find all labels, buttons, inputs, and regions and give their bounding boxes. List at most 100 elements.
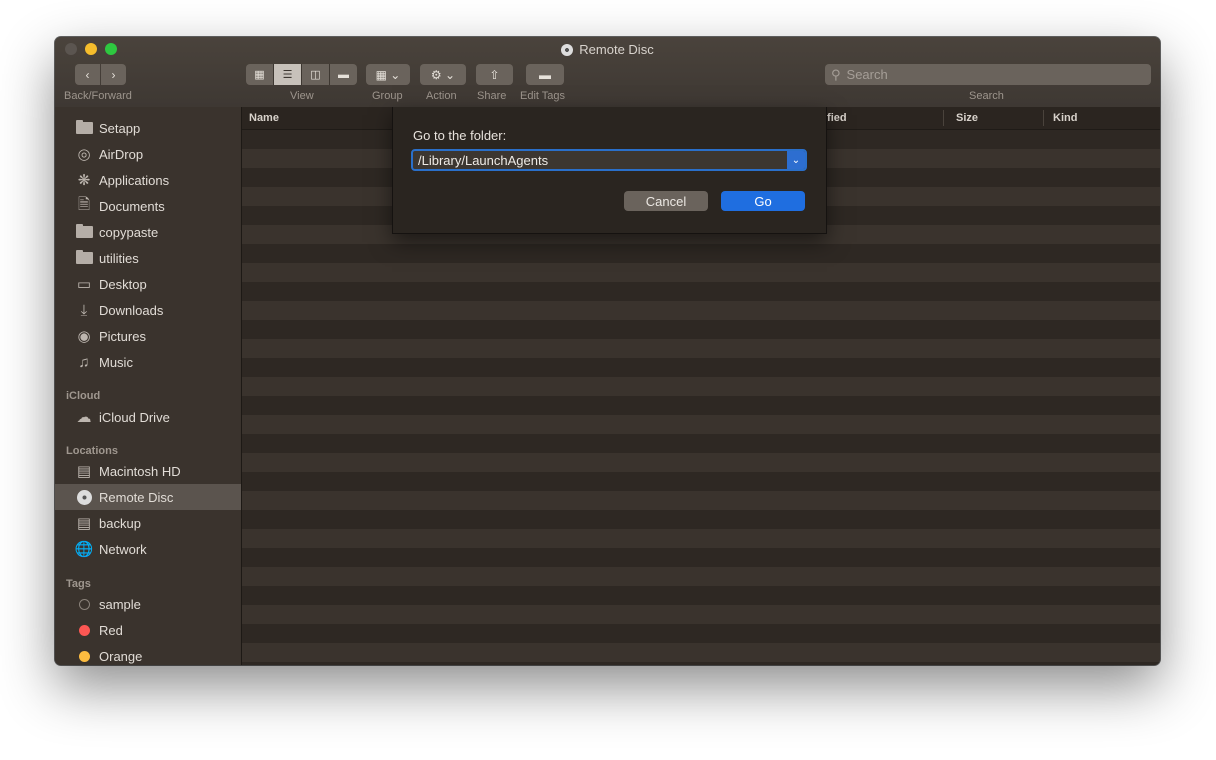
- sidebar-item-utilities[interactable]: utilities: [55, 245, 241, 271]
- sidebar-item-remote-disc[interactable]: Remote Disc: [55, 484, 241, 510]
- sidebar-item-documents[interactable]: 🗎 Documents: [55, 193, 241, 219]
- sidebar-item-label: sample: [99, 596, 141, 612]
- drive-icon: ▤: [76, 515, 92, 532]
- share-label: Share: [477, 90, 507, 102]
- action-button[interactable]: ⚙ ⌄: [420, 64, 466, 85]
- camera-icon: ◉: [77, 328, 91, 345]
- sidebar-item-label: Desktop: [99, 276, 147, 292]
- list-view-button[interactable]: ☰: [274, 64, 302, 85]
- title-bar: Remote Disc ‹ › Back/Forward ▦ ☰ ◫ ▬ Vie…: [55, 37, 1160, 108]
- sidebar-item-label: Remote Disc: [99, 489, 174, 505]
- sidebar-header-tags: Tags: [66, 578, 91, 590]
- chevron-down-icon: ⌄: [791, 154, 801, 166]
- edit-tags-label: Edit Tags: [520, 90, 566, 102]
- sidebar-item-label: copypaste: [99, 224, 159, 240]
- icon-view-button[interactable]: ▦: [246, 64, 274, 85]
- sidebar-item-label: Setapp: [99, 120, 141, 136]
- disc-icon: [75, 488, 93, 506]
- sidebar-item-label: Orange: [99, 648, 143, 664]
- sidebar-item-label: backup: [99, 515, 141, 531]
- sidebar-tag-red[interactable]: Red: [55, 617, 241, 643]
- search-field[interactable]: ⚲ Search: [825, 64, 1151, 85]
- sidebar-tag-sample[interactable]: sample: [55, 591, 241, 617]
- sidebar-item-copypaste[interactable]: copypaste: [55, 219, 241, 245]
- orange-tag-icon: [75, 647, 93, 665]
- group-button[interactable]: ▦ ⌄: [366, 64, 410, 85]
- sidebar-item-label: Network: [99, 541, 147, 557]
- go-button[interactable]: Go: [721, 191, 805, 211]
- view-label: View: [290, 90, 314, 102]
- sidebar-item-label: Downloads: [99, 302, 164, 318]
- edit-tags-button[interactable]: ▬: [526, 64, 564, 85]
- sidebar-item-label: Music: [99, 354, 133, 370]
- column-header-size[interactable]: Size: [956, 112, 978, 124]
- airdrop-icon: ◎: [77, 146, 91, 163]
- sidebar-item-pictures[interactable]: ◉ Pictures: [55, 323, 241, 349]
- sidebar-item-downloads[interactable]: ⤓ Downloads: [55, 297, 241, 323]
- back-forward-label: Back/Forward: [64, 90, 132, 102]
- gallery-view-button[interactable]: ▬: [330, 64, 357, 85]
- sidebar-item-music[interactable]: ♫ Music: [55, 349, 241, 375]
- red-tag-icon: [75, 621, 93, 639]
- downloads-icon: ⤓: [80, 301, 88, 319]
- gallery-icon: ▬: [338, 68, 349, 81]
- share-button[interactable]: ⇧: [476, 64, 513, 85]
- back-button[interactable]: ‹: [75, 64, 100, 85]
- action-label: Action: [426, 90, 457, 102]
- sidebar-header-locations: Locations: [66, 445, 118, 457]
- sidebar-item-network[interactable]: 🌐 Network: [55, 536, 241, 562]
- sidebar-item-label: Red: [99, 622, 123, 638]
- tag-dot-icon: [75, 595, 93, 613]
- column-header-modified[interactable]: ified: [824, 112, 847, 124]
- sidebar-item-desktop[interactable]: ▭ Desktop: [55, 271, 241, 297]
- cancel-button[interactable]: Cancel: [624, 191, 708, 211]
- sidebar-item-label: Macintosh HD: [99, 463, 181, 479]
- window-title: Remote Disc: [55, 42, 1160, 57]
- sidebar-tag-orange[interactable]: Orange: [55, 643, 241, 665]
- column-header-name[interactable]: Name: [249, 112, 279, 124]
- sidebar-item-label: AirDrop: [99, 146, 144, 162]
- column-header-kind[interactable]: Kind: [1053, 112, 1077, 124]
- sidebar-item-icloud-drive[interactable]: ☁ iCloud Drive: [55, 404, 241, 430]
- go-to-folder-dialog: Go to the folder: ⌄ Cancel Go: [392, 107, 827, 234]
- desktop-icon: ▭: [76, 276, 92, 293]
- cloud-icon: ☁: [76, 409, 92, 426]
- search-label: Search: [969, 90, 1004, 102]
- column-view-button[interactable]: ◫: [302, 64, 330, 85]
- folder-icon: [75, 249, 93, 267]
- disc-icon: [561, 43, 574, 56]
- group-icon: ▦ ⌄: [375, 67, 401, 82]
- path-history-dropdown[interactable]: ⌄: [787, 151, 805, 169]
- group-label: Group: [372, 90, 403, 102]
- forward-button[interactable]: ›: [101, 64, 126, 85]
- columns-icon: ◫: [310, 69, 321, 81]
- sidebar-item-applications[interactable]: ❋ Applications: [55, 167, 241, 193]
- sidebar: Setapp ◎ AirDrop ❋ Applications 🗎 Docume…: [55, 107, 242, 665]
- sidebar-item-label: Applications: [99, 172, 170, 188]
- sidebar-item-setapp[interactable]: Setapp: [55, 115, 241, 141]
- tag-icon: ▬: [539, 67, 551, 82]
- sidebar-item-label: Documents: [99, 198, 165, 214]
- documents-icon: 🗎: [77, 195, 91, 213]
- search-icon: ⚲: [831, 66, 841, 82]
- search-placeholder: Search: [846, 67, 888, 82]
- view-segmented-control[interactable]: ▦ ☰ ◫ ▬: [246, 64, 357, 85]
- share-icon: ⇧: [489, 67, 500, 82]
- chevron-right-icon: ›: [111, 67, 116, 82]
- network-icon: 🌐: [74, 541, 94, 558]
- sidebar-item-label: utilities: [99, 250, 139, 266]
- sidebar-item-label: iCloud Drive: [99, 409, 170, 425]
- folder-icon: [75, 223, 93, 241]
- grid-icon: ▦: [254, 69, 265, 81]
- sidebar-header-icloud: iCloud: [66, 390, 101, 402]
- music-icon: ♫: [78, 353, 90, 371]
- folder-path-input[interactable]: [413, 151, 787, 169]
- window-title-text: Remote Disc: [579, 42, 654, 57]
- sidebar-item-backup[interactable]: ▤ backup: [55, 510, 241, 536]
- sidebar-item-macintosh-hd[interactable]: ▤ Macintosh HD: [55, 458, 241, 484]
- list-icon: ☰: [282, 69, 293, 81]
- folder-path-combobox[interactable]: ⌄: [411, 149, 807, 171]
- sidebar-item-airdrop[interactable]: ◎ AirDrop: [55, 141, 241, 167]
- chevron-left-icon: ‹: [85, 67, 90, 82]
- sidebar-item-label: Pictures: [99, 328, 146, 344]
